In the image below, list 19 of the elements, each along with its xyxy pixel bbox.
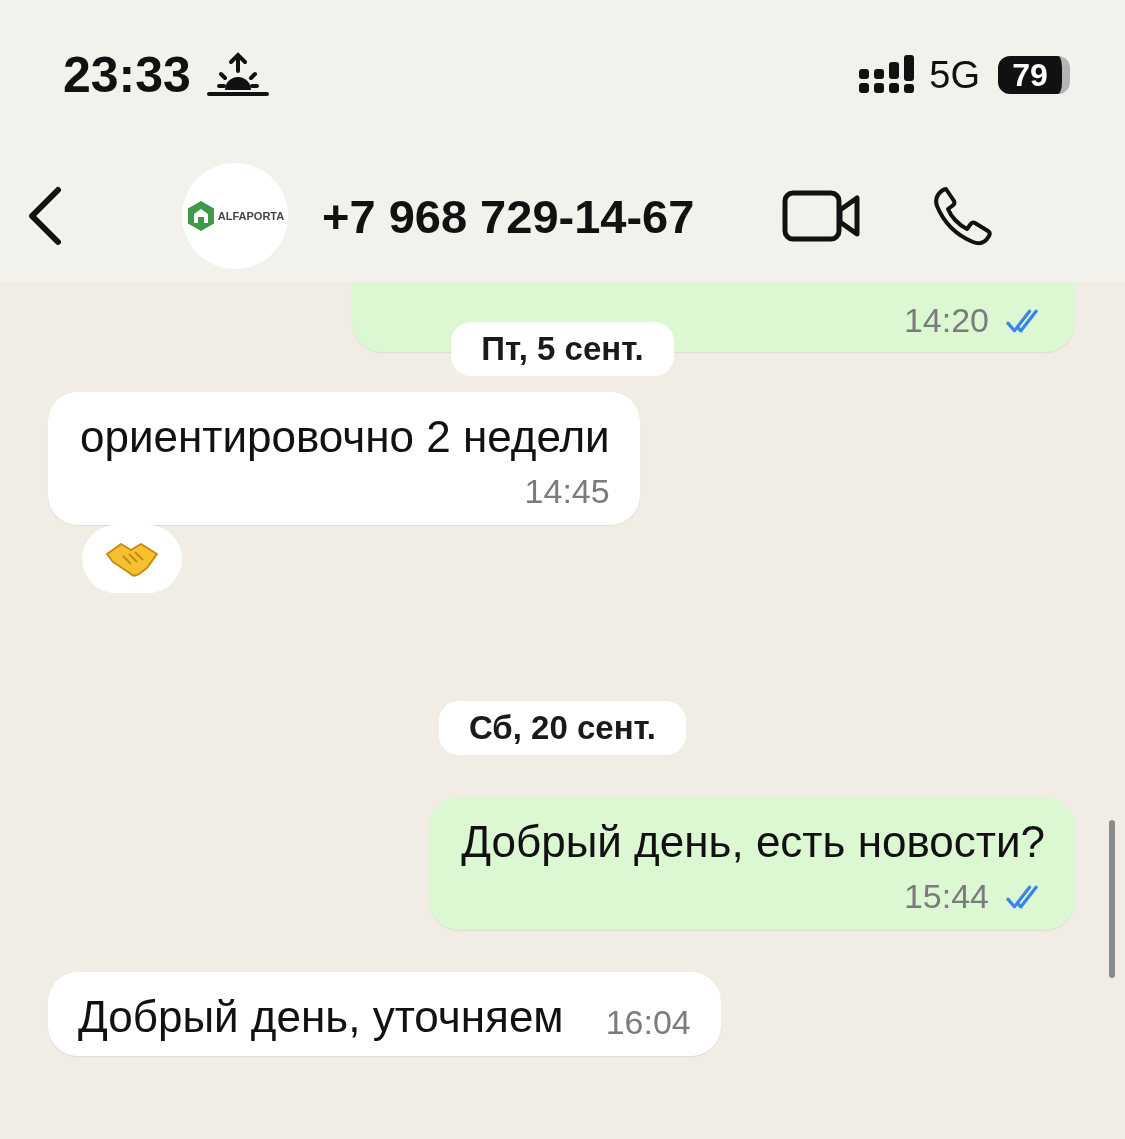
message-text: Добрый день, уточняем [78, 992, 564, 1042]
message-time: 14:20 [903, 301, 989, 340]
handshake-icon [105, 540, 159, 578]
contact-name[interactable]: +7 968 729-14-67 [322, 188, 695, 244]
house-logo-icon [185, 200, 216, 232]
message-text: ориентировочно 2 недели [80, 412, 610, 462]
message-time: 16:04 [605, 1003, 691, 1042]
message-text: Добрый день, есть новости? [461, 817, 1045, 867]
battery-indicator: 79 [998, 56, 1070, 94]
date-label: Сб, 20 сент. [438, 701, 687, 755]
video-call-icon [782, 190, 861, 242]
contact-avatar[interactable]: ALFAPORTA [182, 163, 288, 269]
logo-text: ALFAPORTA [217, 210, 285, 222]
network-label: 5G [929, 53, 980, 97]
phone-icon [932, 185, 995, 247]
clock-time: 23:33 [63, 46, 191, 104]
message-time: 14:45 [524, 472, 610, 511]
date-label: Пт, 5 сент. [451, 322, 674, 376]
message-time: 15:44 [903, 877, 989, 916]
